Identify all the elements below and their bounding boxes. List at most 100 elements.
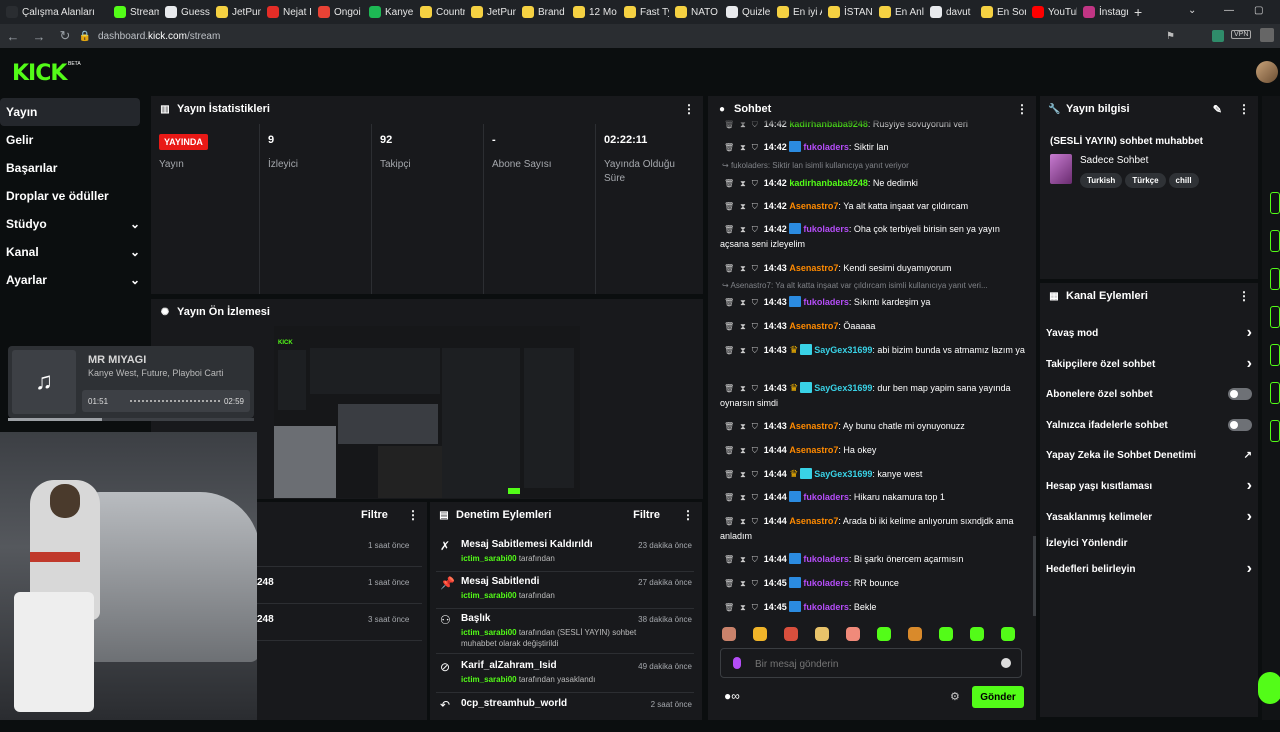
- user-avatar[interactable]: [1256, 61, 1278, 83]
- toggle-switch[interactable]: [1228, 388, 1252, 400]
- delete-trash-icon[interactable]: 🗑: [724, 261, 734, 276]
- info-menu-icon[interactable]: ⋮: [1238, 102, 1250, 116]
- moderator-name[interactable]: ictim_sarabi00: [461, 554, 517, 563]
- sidebar-item[interactable]: Gelir: [0, 126, 146, 154]
- stream-preview-video[interactable]: KICK: [274, 326, 580, 498]
- message-username[interactable]: SayGex31699: [814, 383, 872, 393]
- browser-tab[interactable]: Guess: [159, 0, 210, 24]
- browser-tab[interactable]: Fast Ty: [618, 0, 669, 24]
- emote-icon[interactable]: [970, 627, 984, 641]
- stream-category[interactable]: Sadece Sohbet: [1080, 155, 1148, 166]
- chevron-right-icon[interactable]: ›: [1247, 477, 1252, 495]
- ban-shield-icon[interactable]: ⛉: [752, 295, 758, 310]
- ban-shield-icon[interactable]: ⛉: [752, 319, 758, 334]
- delete-trash-icon[interactable]: 🗑: [724, 514, 734, 529]
- chat-users-icon[interactable]: ●∞: [724, 689, 740, 703]
- toggle-switch[interactable]: [1228, 419, 1252, 431]
- channel-action-item[interactable]: Hesap yaşı kısıtlaması ›: [1046, 477, 1252, 495]
- browser-tab[interactable]: JetPun: [465, 0, 516, 24]
- chat-menu-icon[interactable]: ⋮: [1016, 102, 1028, 116]
- sidebar-item[interactable]: Yayın: [0, 98, 140, 126]
- emote-icon[interactable]: [1001, 627, 1015, 641]
- browser-tab[interactable]: Ongoi: [312, 0, 363, 24]
- chat-message[interactable]: 🗑 ⧗ ⛉ 14:42 Asenastro7: Ya alt katta inşaat…: [720, 199, 1026, 214]
- delete-trash-icon[interactable]: 🗑: [724, 176, 734, 191]
- chat-message[interactable]: 🗑 ⧗ ⛉ 14:43 fukoladers: Sıkıntı kardeşim ya: [720, 295, 1026, 310]
- channel-action-item[interactable]: Yapay Zeka ile Sohbet Denetimi ↗: [1046, 447, 1252, 463]
- delete-trash-icon[interactable]: 🗑: [724, 600, 734, 615]
- sidebar-item[interactable]: Stüdyo ⌄: [0, 210, 146, 238]
- chat-message[interactable]: 🗑 ⧗ ⛉ 14:45 fukoladers: RR bounce: [720, 576, 1026, 591]
- browser-tab[interactable]: En Anl: [873, 0, 924, 24]
- message-username[interactable]: SayGex31699: [814, 469, 872, 479]
- edit-pencil-icon[interactable]: ✎: [1213, 103, 1222, 116]
- message-username[interactable]: fukoladers: [803, 578, 849, 588]
- message-username[interactable]: fukoladers: [803, 492, 849, 502]
- chat-message[interactable]: 🗑 ⧗ ⛉ 14:44 ♛ SayGex31699: kanye west: [720, 467, 1026, 482]
- browser-tab[interactable]: Nejat I: [261, 0, 312, 24]
- chat-message[interactable]: 🗑 ⧗ ⛉ 14:42 kadirhanbaba9248: Ne dedimki: [720, 176, 1026, 191]
- emote-icon[interactable]: [815, 627, 829, 641]
- timeout-hourglass-icon[interactable]: ⧗: [740, 319, 746, 334]
- ban-shield-icon[interactable]: ⛉: [752, 261, 758, 276]
- chevron-right-icon[interactable]: ›: [1247, 355, 1252, 373]
- delete-trash-icon[interactable]: 🗑: [724, 552, 734, 567]
- message-username[interactable]: Asenastro7: [789, 201, 838, 211]
- ban-shield-icon[interactable]: ⛉: [752, 343, 758, 358]
- vpn-icon[interactable]: VPN: [1231, 30, 1252, 39]
- message-username[interactable]: Asenastro7: [789, 321, 838, 331]
- emote-icon[interactable]: [722, 627, 736, 641]
- delete-trash-icon[interactable]: 🗑: [724, 443, 734, 458]
- workspaces-tab[interactable]: Çalışma Alanları: [0, 0, 108, 24]
- browser-tab[interactable]: Countr: [414, 0, 465, 24]
- mod-filter[interactable]: Filtre: [633, 509, 660, 521]
- delete-trash-icon[interactable]: 🗑: [724, 199, 734, 214]
- timeout-hourglass-icon[interactable]: ⧗: [740, 514, 746, 529]
- timeout-hourglass-icon[interactable]: ⧗: [740, 600, 746, 615]
- message-username[interactable]: Asenastro7: [789, 516, 838, 526]
- chevron-right-icon[interactable]: ›: [1247, 560, 1252, 578]
- reload-icon[interactable]: ↻: [52, 28, 78, 44]
- message-username[interactable]: kadirhanbaba9248: [789, 178, 868, 188]
- emote-icon[interactable]: [753, 627, 767, 641]
- ban-shield-icon[interactable]: ⛉: [752, 490, 758, 505]
- channel-action-item[interactable]: Takipçilere özel sohbet ›: [1046, 355, 1252, 373]
- ban-shield-icon[interactable]: ⛉: [752, 419, 758, 434]
- chevron-down-icon[interactable]: ⌄: [130, 217, 140, 231]
- ban-shield-icon[interactable]: ⛉: [752, 600, 758, 615]
- channel-action-item[interactable]: Yalnızca ifadelerle sohbet: [1046, 417, 1252, 433]
- extension-icon[interactable]: [1212, 30, 1224, 42]
- chat-message[interactable]: 🗑 ⧗ ⛉ 14:43 Asenastro7: Kendi sesimi duyamı…: [720, 261, 1026, 276]
- delete-trash-icon[interactable]: 🗑: [724, 343, 734, 358]
- message-username[interactable]: fukoladers: [803, 142, 849, 152]
- tab-search-icon[interactable]: ⌄: [1188, 5, 1196, 16]
- sidebar-item[interactable]: Başarılar: [0, 154, 146, 182]
- actions-menu-icon[interactable]: ⋮: [1238, 289, 1250, 303]
- moderator-name[interactable]: ictim_sarabi00: [461, 628, 517, 637]
- browser-tab[interactable]: En iyi A: [771, 0, 822, 24]
- emote-icon[interactable]: [939, 627, 953, 641]
- message-username[interactable]: SayGex31699: [814, 345, 872, 355]
- message-username[interactable]: Asenastro7: [789, 421, 838, 431]
- ban-shield-icon[interactable]: ⛉: [752, 576, 758, 591]
- browser-tab[interactable]: En Son: [975, 0, 1026, 24]
- chevron-down-icon[interactable]: ⌄: [130, 245, 140, 259]
- url-text[interactable]: dashboard.kick.com/stream: [98, 31, 220, 42]
- ban-shield-icon[interactable]: ⛉: [752, 176, 758, 191]
- channel-action-item[interactable]: İzleyici Yönlendir: [1046, 535, 1252, 551]
- emote-icon[interactable]: [784, 627, 798, 641]
- emote-icon[interactable]: [877, 627, 891, 641]
- ban-shield-icon[interactable]: ⛉: [752, 381, 758, 396]
- browser-tab[interactable]: Brand: [516, 0, 567, 24]
- chat-scrollbar[interactable]: [1033, 536, 1036, 616]
- timeout-hourglass-icon[interactable]: ⧗: [740, 295, 746, 310]
- message-username[interactable]: fukoladers: [803, 224, 849, 234]
- message-username[interactable]: fukoladers: [803, 297, 849, 307]
- delete-trash-icon[interactable]: 🗑: [724, 419, 734, 434]
- timeout-hourglass-icon[interactable]: ⧗: [740, 443, 746, 458]
- browser-tab[interactable]: YouTub: [1026, 0, 1077, 24]
- sidebar-item[interactable]: Droplar ve ödüller: [0, 182, 146, 210]
- browser-tab[interactable]: İSTANE: [822, 0, 873, 24]
- stream-tag[interactable]: Turkish: [1080, 173, 1123, 188]
- delete-trash-icon[interactable]: 🗑: [724, 576, 734, 591]
